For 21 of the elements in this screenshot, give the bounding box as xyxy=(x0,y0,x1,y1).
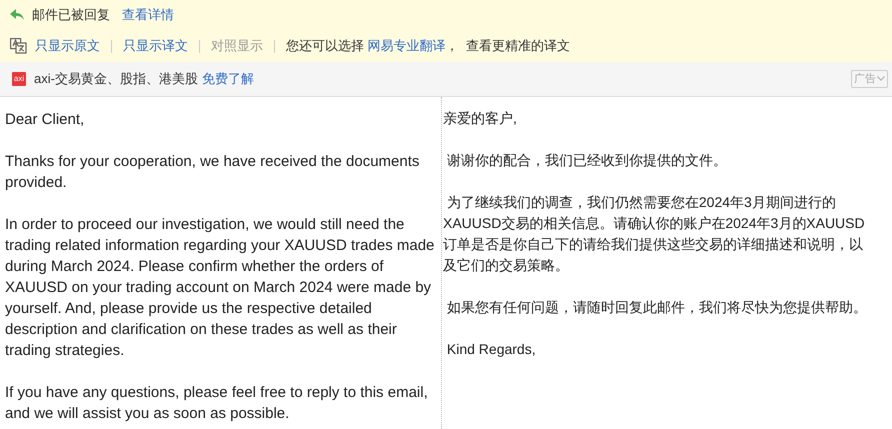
translation-service-link[interactable]: 网易专业翻译 xyxy=(368,38,446,54)
original-paragraph: Thanks for your cooperation, we have received the documents provided. xyxy=(5,152,420,193)
original-paragraph: If you have any questions, please feel free to reply to this email, and we will assist you as soon as possible. xyxy=(5,383,429,424)
translated-paragraph: 为了继续我们的调查，我们仍然需要您在2024年3月期间进行的XAUUSD交易的相关信息。请确认你的账户在2024年3月的XAUUSD订单是否是你自己下的请给我们提供这些交易的详细描述和说明，以及它们的交易策略。 xyxy=(443,193,866,275)
translation-hint: 您还可以选择 网易专业翻译， 查看更精准的译文 xyxy=(286,37,570,56)
chevron-down-icon xyxy=(877,76,885,82)
ad-text: axi-交易黄金、股指、港美股 xyxy=(34,70,198,88)
translated-paragraph: 亲爱的客户, xyxy=(443,109,518,128)
original-paragraph: Dear Client, xyxy=(5,110,86,130)
reply-icon xyxy=(10,9,24,21)
ad-logo: axi xyxy=(12,72,26,86)
original-paragraph: In order to proceed our investigation, we would still need the trading related information regarding your XAUUSD trades made during March 2024. Please confirm whether the orders of XAUUSD on your trading account on March 2024 were made by yourself. And, please provide us the respective detailed description and clarification on these trades as well as their trading strategies. xyxy=(5,215,436,361)
translated-paragraph: 如果您有任何问题，请随时回复此邮件，我们将尽快为您提供帮助。 xyxy=(446,298,868,317)
view-mode-link[interactable]: 只显示原文 xyxy=(35,36,100,56)
view-mode-link[interactable]: 只显示译文 xyxy=(123,36,188,56)
details-link[interactable]: 查看详情 xyxy=(122,5,174,25)
translated-paragraph: 谢谢你的配合，我们已经收到你提供的文件。 xyxy=(446,151,728,170)
reply-status: 邮件已被回复 xyxy=(32,6,110,24)
translated-paragraph: Kind Regards, xyxy=(446,340,537,359)
translate-icon xyxy=(10,38,27,54)
ad-link[interactable]: 免费了解 xyxy=(202,69,254,89)
